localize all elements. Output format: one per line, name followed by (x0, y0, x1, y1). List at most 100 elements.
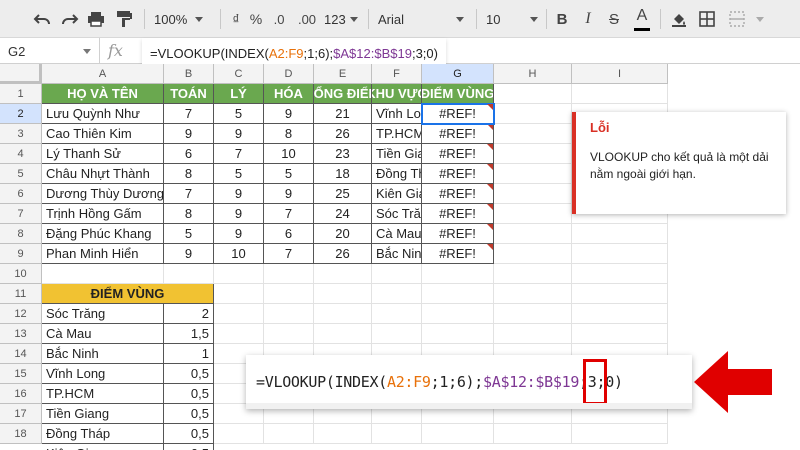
row-header-14[interactable]: 14 (0, 344, 42, 364)
empty-cell[interactable] (572, 224, 668, 244)
table-cell[interactable]: 25 (314, 184, 372, 204)
empty-cell[interactable] (572, 284, 668, 304)
table-cell[interactable]: 9 (214, 224, 264, 244)
table-cell[interactable]: 7 (214, 144, 264, 164)
empty-cell[interactable] (372, 304, 422, 324)
empty-cell[interactable] (264, 424, 314, 444)
table-header-cell[interactable]: KHU VỰC (372, 84, 422, 104)
table-cell[interactable]: 7 (264, 204, 314, 224)
empty-cell[interactable] (264, 284, 314, 304)
region-table-cell[interactable]: 0,5 (164, 364, 214, 384)
row-header-18[interactable]: 18 (0, 424, 42, 444)
more-formats-select[interactable]: 123 (324, 6, 364, 32)
table-cell[interactable]: 7 (164, 104, 214, 124)
text-color-button[interactable]: A (632, 3, 652, 29)
column-header-h[interactable]: H (494, 64, 572, 84)
table-cell[interactable]: 8 (264, 124, 314, 144)
empty-cell[interactable] (314, 284, 372, 304)
error-cell[interactable]: #REF! (422, 164, 494, 184)
empty-cell[interactable] (494, 104, 572, 124)
fill-color-icon[interactable] (668, 6, 690, 32)
undo-icon[interactable] (30, 6, 54, 32)
row-header-2[interactable]: 2 (0, 104, 42, 124)
column-header-f[interactable]: F (372, 64, 422, 84)
region-table-cell[interactable]: Tiền Giang (42, 404, 164, 424)
empty-cell[interactable] (164, 264, 214, 284)
error-cell[interactable]: #REF! (422, 184, 494, 204)
empty-cell[interactable] (214, 324, 264, 344)
empty-cell[interactable] (264, 264, 314, 284)
empty-cell[interactable] (372, 284, 422, 304)
row-header-3[interactable]: 3 (0, 124, 42, 144)
empty-cell[interactable] (494, 124, 572, 144)
empty-cell[interactable] (494, 244, 572, 264)
table-cell[interactable]: 9 (164, 124, 214, 144)
strikethrough-button[interactable]: S (604, 6, 624, 32)
region-table-cell[interactable]: 0,5 (164, 384, 214, 404)
table-cell[interactable]: 21 (314, 104, 372, 124)
empty-cell[interactable] (572, 264, 668, 284)
region-table-cell[interactable]: 0,5 (164, 444, 214, 450)
redo-icon[interactable] (58, 6, 82, 32)
region-table-cell[interactable]: Đồng Tháp (42, 424, 164, 444)
column-header-a[interactable]: A (42, 64, 164, 84)
row-header-16[interactable]: 16 (0, 384, 42, 404)
table-cell[interactable]: 26 (314, 124, 372, 144)
empty-cell[interactable] (422, 284, 494, 304)
table-cell[interactable]: 6 (164, 144, 214, 164)
empty-cell[interactable] (494, 184, 572, 204)
percent-button[interactable]: % (246, 6, 266, 32)
table-cell[interactable]: 26 (314, 244, 372, 264)
empty-cell[interactable] (214, 284, 264, 304)
italic-button[interactable]: I (578, 6, 598, 32)
table-cell[interactable]: 6 (264, 224, 314, 244)
row-header-11[interactable]: 11 (0, 284, 42, 304)
table-cell[interactable]: Đặng Phúc Khang (42, 224, 164, 244)
column-header-g[interactable]: G (422, 64, 494, 84)
region-table-cell[interactable]: Vĩnh Long (42, 364, 164, 384)
error-cell[interactable]: #REF! (422, 204, 494, 224)
error-cell[interactable]: #REF! (422, 244, 494, 264)
column-header-c[interactable]: C (214, 64, 264, 84)
column-header-e[interactable]: E (314, 64, 372, 84)
table-cell[interactable]: Lưu Quỳnh Như (42, 104, 164, 124)
empty-cell[interactable] (314, 304, 372, 324)
table-cell[interactable]: Kiên Giang (372, 184, 422, 204)
empty-cell[interactable] (494, 284, 572, 304)
table-cell[interactable]: Cà Mau (372, 224, 422, 244)
table-cell[interactable]: Cao Thiên Kim (42, 124, 164, 144)
table-header-cell[interactable]: TOÁN (164, 84, 214, 104)
region-table-cell[interactable]: Sóc Trăng (42, 304, 164, 324)
table-cell[interactable]: Châu Nhựt Thành (42, 164, 164, 184)
row-header-9[interactable]: 9 (0, 244, 42, 264)
table-cell[interactable]: 9 (214, 184, 264, 204)
merge-dropdown-icon[interactable] (752, 6, 768, 32)
region-table-cell[interactable]: Bắc Ninh (42, 344, 164, 364)
table-cell[interactable]: 9 (164, 244, 214, 264)
empty-cell[interactable] (372, 424, 422, 444)
empty-cell[interactable] (214, 424, 264, 444)
error-cell[interactable]: #REF! (422, 144, 494, 164)
table-cell[interactable]: 9 (214, 124, 264, 144)
row-header-8[interactable]: 8 (0, 224, 42, 244)
table-cell[interactable]: Vĩnh Long (372, 104, 422, 124)
table-cell[interactable]: 20 (314, 224, 372, 244)
table-cell[interactable]: 5 (264, 164, 314, 184)
region-table-cell[interactable]: 0,5 (164, 424, 214, 444)
currency-button[interactable]: ₫ (226, 6, 246, 32)
table-cell[interactable]: Tiền Giang (372, 144, 422, 164)
row-header-15[interactable]: 15 (0, 364, 42, 384)
row-header-6[interactable]: 6 (0, 184, 42, 204)
row-header-1[interactable]: 1 (0, 84, 42, 104)
table-header-cell[interactable]: LÝ (214, 84, 264, 104)
region-table-cell[interactable]: 1,5 (164, 324, 214, 344)
print-icon[interactable] (84, 6, 108, 32)
region-table-cell[interactable]: TP.HCM (42, 384, 164, 404)
table-cell[interactable]: Phan Minh Hiển (42, 244, 164, 264)
table-header-cell[interactable]: HÓA (264, 84, 314, 104)
table-cell[interactable]: 8 (164, 164, 214, 184)
empty-cell[interactable] (494, 164, 572, 184)
table-cell[interactable]: 8 (164, 204, 214, 224)
empty-cell[interactable] (422, 424, 494, 444)
empty-cell[interactable] (494, 144, 572, 164)
